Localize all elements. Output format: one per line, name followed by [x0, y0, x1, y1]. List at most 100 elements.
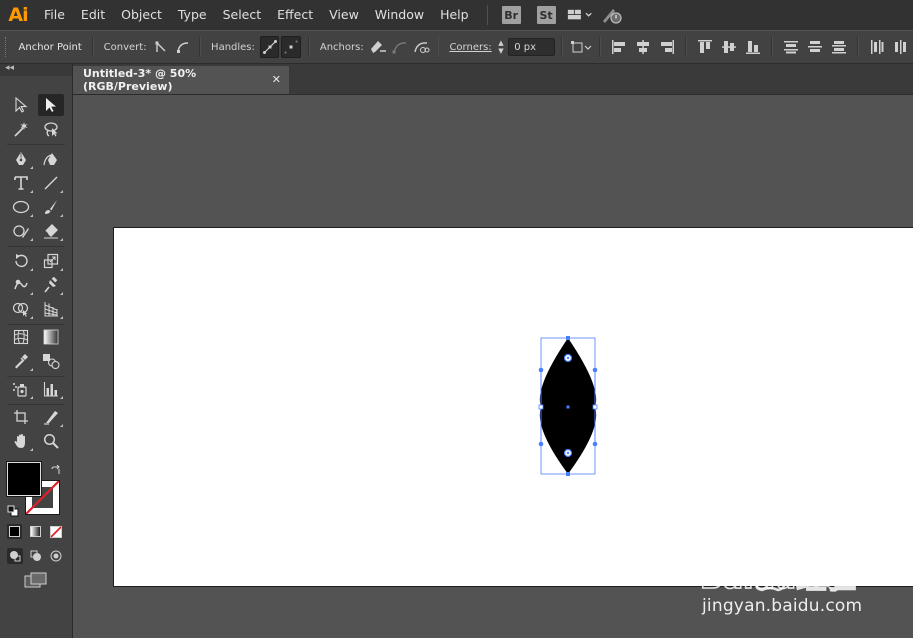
align-top-icon[interactable] — [694, 36, 716, 58]
align-right-icon[interactable] — [656, 36, 678, 58]
ellipse-tool-icon[interactable] — [8, 196, 34, 218]
pen-tool-icon[interactable] — [8, 148, 34, 170]
stock-button[interactable]: St — [536, 6, 556, 24]
perspective-grid-tool-icon[interactable] — [38, 298, 64, 320]
draw-normal-icon[interactable] — [7, 548, 23, 564]
convert-to-corner-icon[interactable] — [152, 36, 171, 58]
menu-file[interactable]: File — [36, 0, 73, 30]
show-handles-icon[interactable] — [259, 36, 280, 58]
corners-stepper[interactable]: ▲ ▼ — [496, 37, 507, 57]
artwork — [538, 336, 598, 476]
puppet-warp-tool-icon[interactable] — [38, 274, 64, 296]
close-tab-icon[interactable]: ✕ — [272, 73, 281, 86]
anchor-right — [592, 404, 598, 410]
align-vcenter-icon[interactable] — [718, 36, 740, 58]
menu-type[interactable]: Type — [170, 0, 215, 30]
tool-divider — [7, 324, 65, 325]
gradient-tool-icon[interactable] — [38, 326, 64, 348]
menu-effect[interactable]: Effect — [269, 0, 321, 30]
tool-divider — [7, 376, 65, 377]
tools-panel: ◂◂ — [0, 63, 73, 638]
shape-builder-tool-icon[interactable] — [8, 298, 34, 320]
remove-anchor-icon[interactable] — [369, 36, 388, 58]
distribute-bottom-icon[interactable] — [828, 36, 850, 58]
menu-help[interactable]: Help — [432, 0, 477, 30]
screen-mode-icon[interactable] — [24, 572, 48, 590]
distribute-left-icon[interactable] — [866, 36, 888, 58]
magic-wand-tool-icon[interactable] — [8, 118, 34, 140]
swap-fill-stroke-icon[interactable] — [50, 462, 62, 474]
menu-separator — [486, 5, 488, 25]
watermark-brand: Baidu经验 — [700, 561, 856, 596]
draw-behind-icon[interactable] — [28, 548, 44, 564]
align-hcenter-icon[interactable] — [632, 36, 654, 58]
distribute-hcenter-icon[interactable] — [890, 36, 912, 58]
slice-tool-icon[interactable] — [38, 406, 64, 428]
align-controls — [607, 36, 913, 58]
align-left-icon[interactable] — [608, 36, 630, 58]
scale-tool-icon[interactable] — [38, 250, 64, 272]
distribute-vcenter-icon[interactable] — [804, 36, 826, 58]
warp-tool-icon[interactable] — [8, 274, 34, 296]
mesh-tool-icon[interactable] — [8, 326, 34, 348]
baidu-paw-icon: Baidu经验 — [699, 538, 857, 597]
fill-swatch[interactable] — [6, 461, 42, 497]
menu-view[interactable]: View — [321, 0, 367, 30]
divider — [771, 37, 774, 57]
handle-point — [592, 441, 598, 447]
rotate-tool-icon[interactable] — [8, 250, 34, 272]
paintbrush-tool-icon[interactable] — [38, 196, 64, 218]
corners-input[interactable]: 0 px — [508, 38, 556, 56]
anchor-point-label: Anchor Point — [18, 41, 82, 53]
control-bar-grip[interactable] — [5, 37, 10, 57]
gpu-sync-icon[interactable] — [599, 4, 625, 26]
menu-bar: Ai File Edit Object Type Select Effect V… — [0, 0, 913, 30]
anchors-label: Anchors: — [319, 41, 364, 53]
type-tool-icon[interactable] — [8, 172, 34, 194]
symbol-sprayer-tool-icon[interactable] — [8, 378, 34, 400]
bridge-button[interactable]: Br — [501, 6, 521, 24]
draw-inside-icon[interactable] — [48, 548, 64, 564]
hide-handles-icon[interactable] — [281, 36, 301, 58]
menu-window[interactable]: Window — [367, 0, 432, 30]
distribute-top-icon[interactable] — [780, 36, 802, 58]
artboard-tool-icon[interactable] — [8, 406, 34, 428]
document-tab[interactable]: Untitled-3* @ 50% (RGB/Preview) ✕ — [73, 66, 289, 94]
line-segment-tool-icon[interactable] — [38, 172, 64, 194]
handle-point — [538, 367, 544, 373]
curvature-tool-icon[interactable] — [38, 148, 64, 170]
blend-tool-icon[interactable] — [38, 350, 64, 372]
connect-anchors-icon[interactable] — [390, 36, 409, 58]
document-tab-bar: Untitled-3* @ 50% (RGB/Preview) ✕ — [73, 64, 913, 95]
hand-tool-icon[interactable] — [8, 430, 34, 452]
transform-options-icon[interactable] — [570, 36, 592, 58]
menu-object[interactable]: Object — [113, 0, 170, 30]
zoom-tool-icon[interactable] — [38, 430, 64, 452]
tools-panel-header[interactable]: ◂◂ — [0, 63, 72, 76]
direct-selection-tool-icon[interactable] — [38, 94, 64, 116]
selection-tool-icon[interactable] — [8, 94, 34, 116]
eraser-tool-icon[interactable] — [38, 220, 64, 242]
color-mode-button[interactable] — [7, 524, 22, 539]
workspace-switcher-icon[interactable] — [567, 4, 593, 26]
lasso-tool-icon[interactable] — [38, 118, 64, 140]
column-graph-tool-icon[interactable] — [38, 378, 64, 400]
divider — [437, 37, 440, 57]
eyedropper-tool-icon[interactable] — [8, 350, 34, 372]
gradient-mode-button[interactable] — [28, 524, 43, 539]
collapse-panel-icon[interactable]: ◂◂ — [5, 63, 14, 73]
artboard[interactable] — [113, 227, 913, 587]
divider — [307, 37, 310, 57]
align-bottom-icon[interactable] — [742, 36, 764, 58]
convert-to-smooth-icon[interactable] — [173, 36, 192, 58]
menu-edit[interactable]: Edit — [73, 0, 113, 30]
none-mode-button[interactable] — [48, 524, 63, 539]
handles-label: Handles: — [211, 41, 255, 53]
default-fill-stroke-icon[interactable] — [7, 502, 19, 517]
menu-select[interactable]: Select — [215, 0, 270, 30]
shaper-tool-icon[interactable] — [8, 220, 34, 242]
handle-point — [592, 367, 598, 373]
corners-label[interactable]: Corners: — [445, 42, 495, 53]
divider — [561, 37, 564, 57]
cut-path-icon[interactable] — [411, 36, 430, 58]
